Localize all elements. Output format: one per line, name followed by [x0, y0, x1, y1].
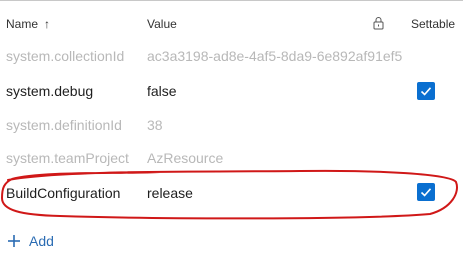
variable-name: system.teamProject — [6, 150, 129, 166]
column-header-value: Value — [147, 17, 177, 31]
checkmark-icon — [420, 87, 432, 96]
lock-icon — [373, 17, 384, 30]
variable-value[interactable]: false — [147, 83, 177, 99]
column-header-name-label: Name — [6, 17, 39, 31]
variables-panel: Name ↑ Value Settable system.collectionId… — [0, 0, 463, 257]
column-header-name[interactable]: Name ↑ — [6, 17, 50, 31]
variable-value: AzResource — [147, 150, 224, 166]
variable-value: 38 — [147, 117, 163, 133]
top-divider — [0, 0, 463, 1]
settable-checkbox[interactable] — [417, 82, 435, 100]
arrow-up-icon: ↑ — [44, 17, 51, 31]
variable-name[interactable]: system.debug — [6, 83, 93, 99]
variable-name: system.collectionId — [6, 48, 125, 64]
variable-name: system.definitionId — [6, 117, 122, 133]
add-label: Add — [29, 233, 54, 249]
plus-icon — [8, 235, 20, 247]
highlight-ring — [0, 169, 458, 220]
add-variable-button[interactable]: Add — [6, 232, 54, 250]
variable-value: ac3a3198-ad8e-4af5-8da9-6e892af91ef5 — [147, 48, 403, 64]
column-header-settable: Settable — [411, 17, 456, 31]
